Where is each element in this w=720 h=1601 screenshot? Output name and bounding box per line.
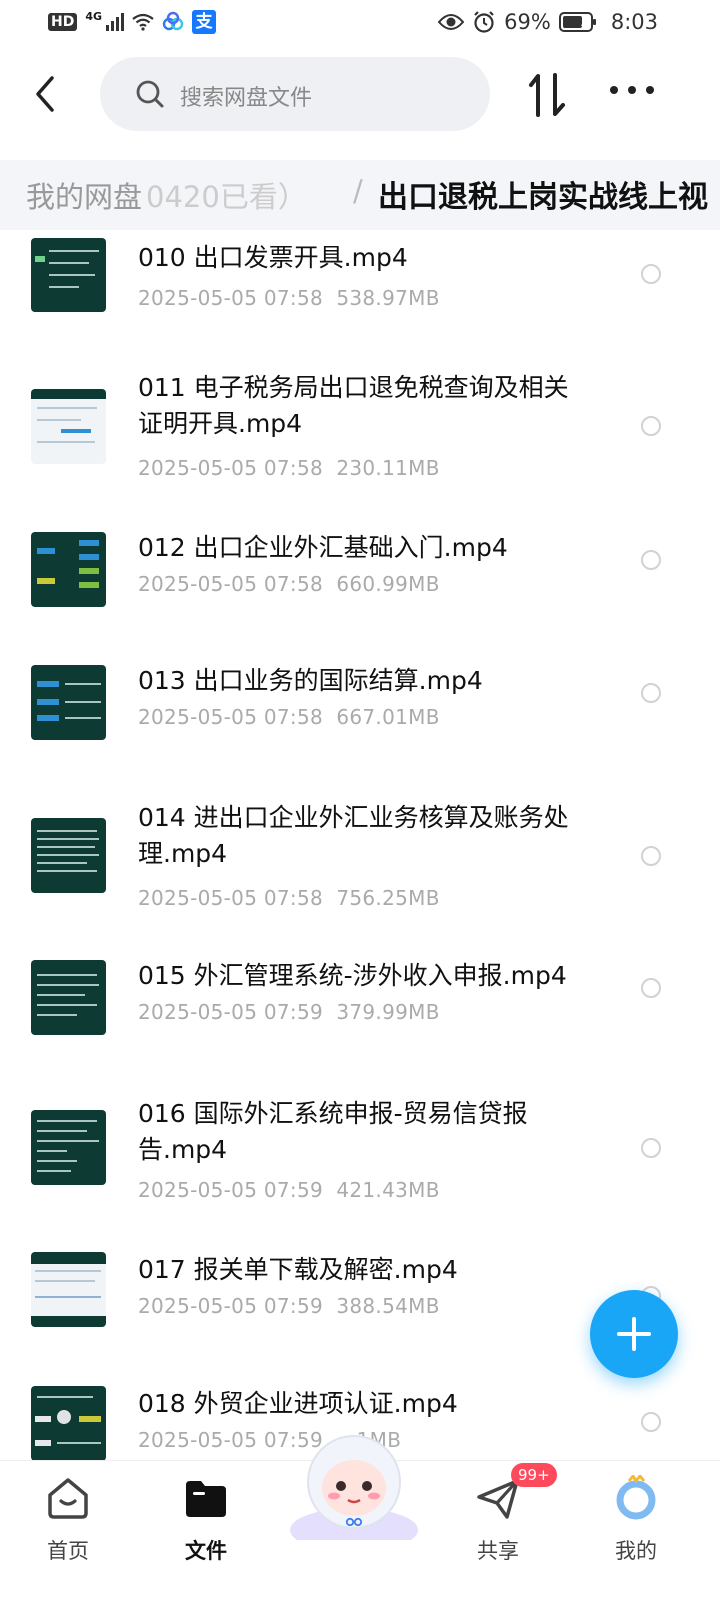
select-radio[interactable] [641, 683, 661, 703]
file-list: 010 出口发票开具.mp4 2025-05-05 07:58 538.97MB… [0, 238, 720, 1460]
list-item[interactable]: 010 出口发票开具.mp4 2025-05-05 07:58 538.97MB [0, 238, 720, 338]
search-icon [136, 80, 164, 108]
list-item[interactable]: 014 进出口企业外汇业务核算及账务处理.mp4 2025-05-05 07:5… [0, 798, 720, 928]
alipay-icon: 支 [192, 10, 217, 34]
select-radio[interactable] [641, 416, 661, 436]
video-thumbnail [31, 389, 106, 464]
breadcrumb-separator: / [353, 174, 363, 208]
file-meta: 2025-05-05 07:59 421.43MB [138, 1178, 440, 1202]
file-meta: 2025-05-05 07:58 230.11MB [138, 456, 440, 480]
add-button[interactable] [590, 1290, 678, 1378]
eye-icon [438, 14, 465, 30]
video-thumbnail [31, 665, 106, 740]
video-thumbnail [31, 818, 106, 893]
alarm-icon [474, 11, 494, 33]
list-item[interactable]: 011 电子税务局出口退免税查询及相关证明开具.mp4 2025-05-05 0… [0, 368, 720, 498]
select-radio[interactable] [641, 846, 661, 866]
share-badge: 99+ [511, 1463, 557, 1487]
file-name: 012 出口企业外汇基础入门.mp4 [138, 533, 508, 562]
file-name: 013 出口业务的国际结算.mp4 [138, 666, 483, 695]
list-item[interactable]: 013 出口业务的国际结算.mp4 2025-05-05 07:58 667.0… [0, 663, 720, 743]
select-radio[interactable] [641, 1412, 661, 1432]
search-placeholder: 搜索网盘文件 [180, 86, 313, 111]
select-radio[interactable] [641, 1138, 661, 1158]
clock: 8:03 [610, 10, 658, 34]
file-name: 014 进出口企业外汇业务核算及账务处理.mp4 [138, 803, 569, 868]
status-bar: HD 4G 支 69% 8:03 [0, 0, 720, 50]
baidu-netdisk-icon [162, 11, 184, 31]
more-options-icon[interactable] [610, 86, 654, 102]
search-input[interactable]: 搜索网盘文件 [100, 57, 490, 131]
select-radio[interactable] [641, 264, 661, 284]
select-radio[interactable] [641, 978, 661, 998]
tab-mine-label: 我的 [615, 1539, 657, 1563]
video-thumbnail [31, 1110, 106, 1185]
video-thumbnail [31, 1252, 106, 1327]
tab-share-label: 共享 [477, 1539, 519, 1563]
breadcrumb-root[interactable]: 我的网盘 0420已看） [26, 174, 307, 216]
hd-indicator: HD [48, 13, 78, 31]
back-arrow-icon[interactable] [28, 74, 64, 114]
tab-files-label: 文件 [185, 1539, 227, 1563]
file-meta: 2025-05-05 07:59 379.99MB [138, 1000, 440, 1024]
video-thumbnail [31, 238, 106, 312]
network-type: 4G [85, 10, 103, 23]
video-thumbnail [31, 532, 106, 607]
video-thumbnail [31, 960, 106, 1035]
file-name: 016 国际外汇系统申报-贸易信贷报告.mp4 [138, 1099, 528, 1164]
video-thumbnail [31, 1386, 106, 1460]
breadcrumb: 我的网盘 0420已看） / 出口退税上岗实战线上视 [0, 160, 720, 230]
file-meta: 2025-05-05 07:58 660.99MB [138, 572, 440, 596]
sort-icon[interactable] [528, 72, 568, 118]
folder-icon [186, 1481, 226, 1517]
home-icon [48, 1478, 88, 1519]
signal-icon [106, 13, 125, 31]
wifi-icon [132, 13, 154, 31]
tab-home-label: 首页 [47, 1539, 89, 1563]
battery-percent: 69% [504, 10, 551, 34]
list-item[interactable]: 012 出口企业外汇基础入门.mp4 2025-05-05 07:58 660.… [0, 530, 720, 610]
select-radio[interactable] [641, 550, 661, 570]
breadcrumb-current[interactable]: 出口退税上岗实战线上视 [378, 172, 708, 216]
file-meta: 2025-05-05 07:59 388.54MB [138, 1294, 440, 1318]
profile-icon [616, 1475, 656, 1520]
file-name: 017 报关单下载及解密.mp4 [138, 1255, 458, 1284]
list-item[interactable]: 016 国际外汇系统申报-贸易信贷报告.mp4 2025-05-05 07:59… [0, 1094, 720, 1224]
battery-icon [558, 12, 596, 32]
file-name: 015 外汇管理系统-涉外收入申报.mp4 [138, 961, 567, 990]
file-name: 018 外贸企业进项认证.mp4 [138, 1389, 458, 1418]
assistant-mascot-icon[interactable] [286, 1430, 422, 1540]
file-name: 011 电子税务局出口退免税查询及相关证明开具.mp4 [138, 373, 569, 438]
list-item[interactable]: 015 外汇管理系统-涉外收入申报.mp4 2025-05-05 07:59 3… [0, 958, 720, 1038]
file-meta: 2025-05-05 07:58 667.01MB [138, 705, 440, 729]
file-meta: 2025-05-05 07:58 538.97MB [138, 286, 440, 310]
file-meta: 2025-05-05 07:58 756.25MB [138, 886, 440, 910]
file-name: 010 出口发票开具.mp4 [138, 243, 408, 272]
